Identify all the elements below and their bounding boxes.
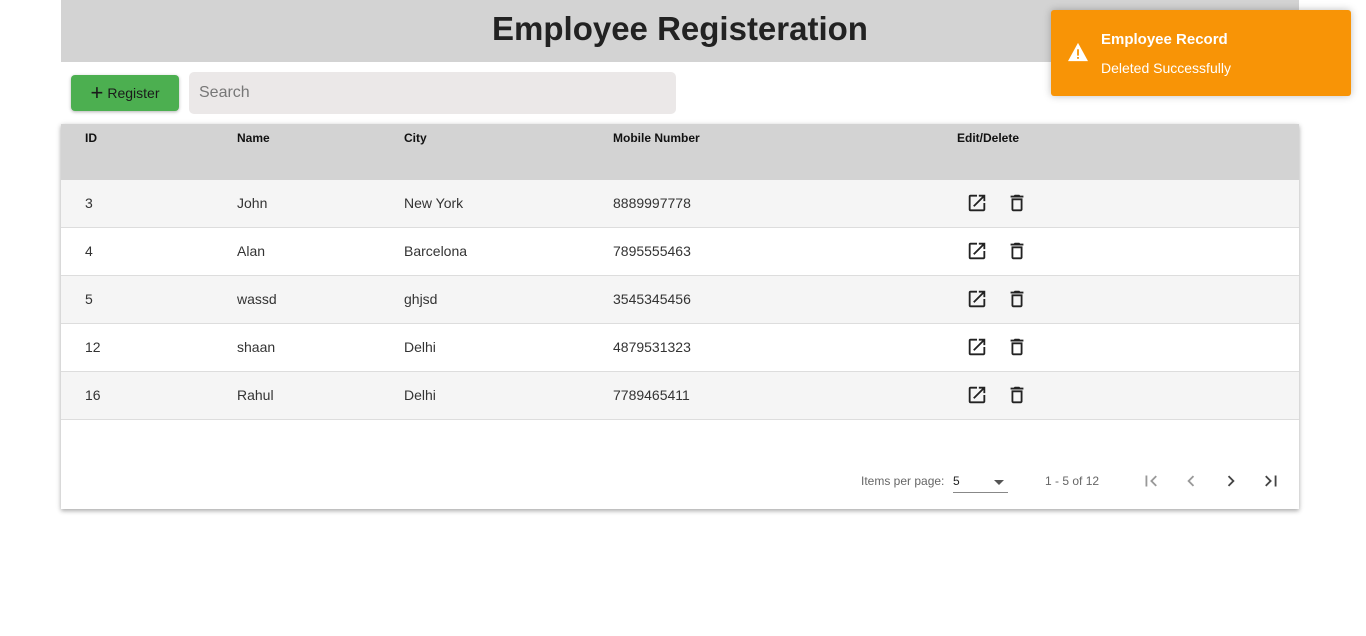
table-row: 4 Alan Barcelona 7895555463 — [61, 228, 1299, 276]
table-row: 3 John New York 8889997778 — [61, 180, 1299, 228]
employee-table: ID Name City Mobile Number Edit/Delete 3… — [61, 124, 1299, 509]
toast-notification[interactable]: Employee Record Deleted Successfully — [1051, 10, 1351, 96]
edit-icon[interactable] — [966, 288, 988, 310]
register-button-label: Register — [107, 85, 160, 101]
search-input[interactable] — [189, 72, 676, 114]
delete-icon[interactable] — [1006, 240, 1028, 262]
column-header-id: ID — [85, 131, 97, 145]
delete-icon[interactable] — [1006, 336, 1028, 358]
column-header-city: City — [404, 131, 427, 145]
dropdown-arrow-icon — [994, 480, 1004, 485]
warning-icon — [1068, 42, 1088, 62]
edit-icon[interactable] — [966, 384, 988, 406]
register-button[interactable]: + Register — [71, 75, 179, 111]
delete-icon[interactable] — [1006, 192, 1028, 214]
toast-title: Employee Record — [1101, 31, 1228, 48]
table-header: ID Name City Mobile Number Edit/Delete — [61, 124, 1299, 180]
cell-city: New York — [404, 195, 464, 211]
chevron-right-icon — [1227, 475, 1235, 487]
cell-city: Delhi — [404, 339, 436, 355]
cell-mobile: 4879531323 — [613, 339, 691, 355]
next-page-button[interactable] — [1220, 470, 1242, 492]
cell-name: Rahul — [237, 387, 274, 403]
cell-id: 16 — [85, 387, 101, 403]
edit-icon[interactable] — [966, 336, 988, 358]
table-row: 16 Rahul Delhi 7789465411 — [61, 372, 1299, 420]
cell-id: 3 — [85, 195, 93, 211]
page-size-select[interactable]: 5 — [953, 472, 1008, 493]
cell-mobile: 7895555463 — [613, 243, 691, 259]
cell-city: Delhi — [404, 387, 436, 403]
range-label: 1 - 5 of 12 — [1045, 474, 1100, 488]
column-header-name: Name — [237, 131, 270, 145]
cell-mobile: 3545345456 — [613, 291, 691, 307]
cell-city: ghjsd — [404, 291, 438, 307]
delete-icon[interactable] — [1006, 288, 1028, 310]
cell-mobile: 8889997778 — [613, 195, 691, 211]
edit-icon[interactable] — [966, 192, 988, 214]
items-per-page-label: Items per page: — [861, 474, 945, 488]
cell-id: 5 — [85, 291, 93, 307]
cell-name: shaan — [237, 339, 276, 355]
column-header-mobile: Mobile Number — [613, 131, 700, 145]
edit-icon[interactable] — [966, 240, 988, 262]
cell-name: Alan — [237, 243, 266, 259]
cell-name: wassd — [237, 291, 277, 307]
first-page-icon — [1145, 475, 1157, 487]
previous-page-button[interactable] — [1180, 470, 1202, 492]
table-row: 5 wassd ghjsd 3545345456 — [61, 276, 1299, 324]
plus-icon: + — [90, 80, 104, 105]
column-header-actions: Edit/Delete — [957, 131, 1020, 145]
cell-name: John — [237, 195, 268, 211]
last-page-icon — [1265, 475, 1277, 487]
delete-icon[interactable] — [1006, 384, 1028, 406]
toast-message: Deleted Successfully — [1101, 60, 1231, 76]
first-page-button[interactable] — [1140, 470, 1162, 492]
cell-city: Barcelona — [404, 243, 468, 259]
chevron-left-icon — [1187, 475, 1195, 487]
paginator: Items per page: 5 1 - 5 of 12 — [61, 464, 1299, 498]
cell-id: 12 — [85, 339, 101, 355]
page-size-value: 5 — [953, 474, 960, 488]
table-row: 12 shaan Delhi 4879531323 — [61, 324, 1299, 372]
last-page-button[interactable] — [1260, 470, 1282, 492]
cell-mobile: 7789465411 — [613, 387, 690, 403]
cell-id: 4 — [85, 243, 93, 259]
